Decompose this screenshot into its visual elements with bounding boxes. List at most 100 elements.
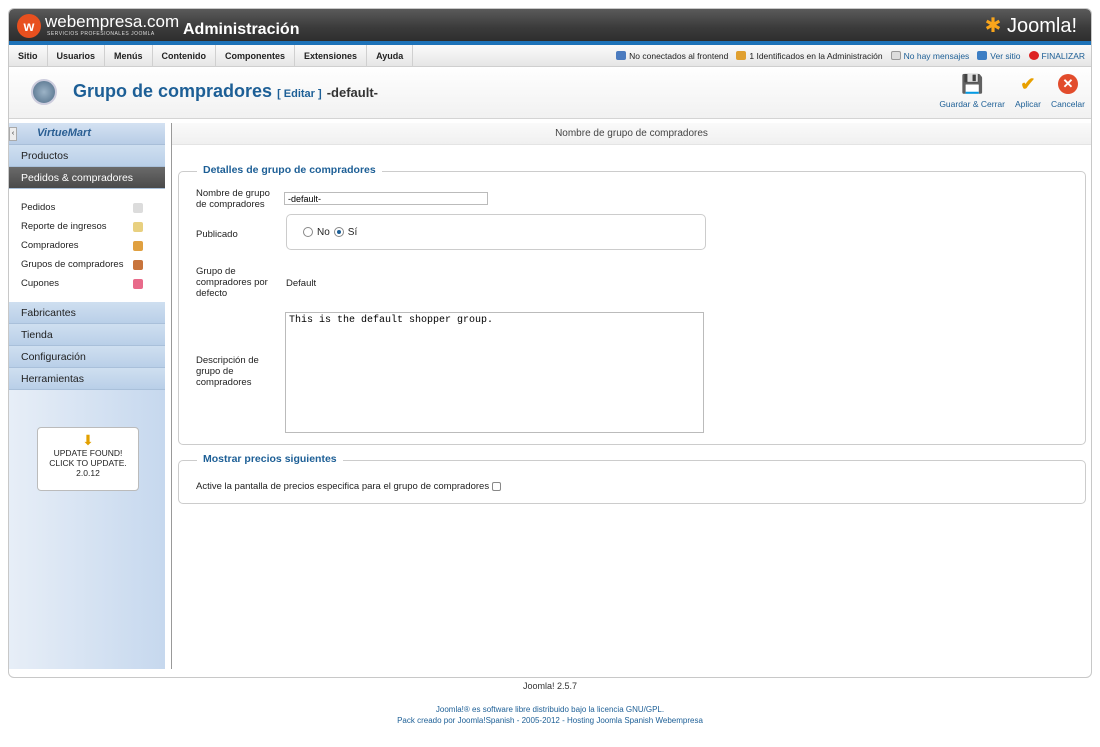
brand-subtitle: SERVICIOS PROFESIONALES JOOMLA <box>47 31 155 37</box>
menu-extensiones[interactable]: Extensiones <box>295 44 368 67</box>
webempresa-logo-icon: w <box>17 14 41 38</box>
update-line1: UPDATE FOUND! <box>53 448 123 458</box>
main-content: Nombre de grupo de compradores Detalles … <box>171 123 1091 669</box>
sidebar: ‹ VirtueMart Productos Pedidos & comprad… <box>9 123 165 669</box>
joomla-logo-text: Joomla! <box>1006 15 1077 37</box>
prices-fieldset: Mostrar precios siguientes Active la pan… <box>178 453 1086 504</box>
prices-row: Active la pantalla de precios especifica… <box>196 481 502 492</box>
published-no-label: No <box>317 226 330 238</box>
cancel-icon: ✕ <box>1057 73 1079 95</box>
top-header: w webempresa.com SERVICIOS PROFESIONALES… <box>9 9 1091 45</box>
pack-credit-link[interactable]: Pack creado por Joomla!Spanish - 2005-20… <box>0 716 1100 725</box>
prices-label: Active la pantalla de precios especifica… <box>196 481 490 492</box>
toolbar: Grupo de compradores [ Editar ] -default… <box>9 67 1091 119</box>
published-radio-group: No Sí <box>286 214 706 250</box>
gift-icon <box>133 278 143 289</box>
prices-legend: Mostrar precios siguientes <box>197 453 343 465</box>
menu-ayuda[interactable]: Ayuda <box>367 44 414 67</box>
record-name: -default- <box>326 85 378 100</box>
name-label: Nombre de grupo de compradores <box>196 188 270 210</box>
details-legend: Detalles de grupo de compradores <box>197 164 382 176</box>
admin-window: w webempresa.com SERVICIOS PROFESIONALES… <box>8 8 1092 678</box>
sidebar-item-label: Compradores <box>21 240 79 251</box>
page-title: Grupo de compradores [ Editar ] -default… <box>73 81 378 102</box>
joomla-mark-icon: ✱ <box>984 15 1002 37</box>
save-close-button[interactable]: 💾 Guardar & Cerrar <box>939 73 1005 110</box>
sidebar-section-configuracion[interactable]: Configuración <box>9 346 165 368</box>
apply-button[interactable]: ✔ Aplicar <box>1014 73 1041 110</box>
description-textarea[interactable]: This is the default shopper group. <box>285 312 704 433</box>
footer: Joomla! 2.5.7 Joomla!® es software libre… <box>0 680 1100 725</box>
edit-label: [ Editar ] <box>277 88 322 100</box>
apply-label: Aplicar <box>1014 99 1041 109</box>
mail-icon <box>890 51 901 60</box>
default-label: Grupo de compradores por defecto <box>196 266 268 299</box>
joomla-version: Joomla! 2.5.7 <box>522 681 578 691</box>
menu-usuarios[interactable]: Usuarios <box>48 44 106 67</box>
check-icon: ✔ <box>1020 73 1036 94</box>
sidebar-section-productos[interactable]: Productos <box>9 145 165 167</box>
main-heading: Nombre de grupo de compradores <box>172 123 1091 145</box>
sidebar-item-pedidos[interactable]: Pedidos <box>9 198 165 217</box>
menu-sitio[interactable]: Sitio <box>9 44 48 67</box>
description-label: Descripción de grupo de compradores <box>196 355 259 388</box>
sidebar-item-label: Grupos de compradores <box>21 259 124 270</box>
brand-name: webempresa.com <box>45 12 180 31</box>
save-close-label: Guardar & Cerrar <box>939 99 1005 109</box>
published-no-radio[interactable] <box>303 227 313 237</box>
save-icon: 💾 <box>960 73 984 94</box>
default-value: Default <box>286 278 317 289</box>
group-name-input[interactable] <box>284 192 488 205</box>
details-fieldset: Detalles de grupo de compradores Nombre … <box>178 164 1086 445</box>
frontend-status: No conectados al frontend <box>616 51 728 61</box>
users-icon <box>616 51 627 60</box>
update-version: 2.0.12 <box>76 468 100 478</box>
menu-contenido[interactable]: Contenido <box>153 44 217 67</box>
update-notice-button[interactable]: ⬇ UPDATE FOUND! CLICK TO UPDATE. 2.0.12 <box>37 427 139 491</box>
sidebar-submenu: Pedidos Reporte de ingresos Compradores … <box>9 189 165 302</box>
frontend-status-text: No conectados al frontend <box>629 50 729 61</box>
monitor-icon <box>977 51 988 60</box>
cancel-button[interactable]: ✕ Cancelar <box>1051 73 1085 109</box>
sidebar-item-grupos[interactable]: Grupos de compradores <box>9 255 165 274</box>
sidebar-item-label: Pedidos <box>21 202 56 213</box>
sidebar-section-pedidos-compradores[interactable]: Pedidos & compradores <box>9 167 165 189</box>
admin-status-text: 1 Identificados en la Administración <box>749 50 883 61</box>
prices-checkbox[interactable] <box>492 481 502 491</box>
view-site-link[interactable]: Ver sitio <box>977 50 1021 61</box>
user-icon <box>736 51 747 60</box>
orders-icon <box>133 202 143 213</box>
published-yes-radio[interactable] <box>333 227 344 237</box>
page-title-text: Grupo de compradores <box>73 81 273 101</box>
report-icon <box>133 221 143 232</box>
admin-status: 1 Identificados en la Administración <box>736 50 883 61</box>
view-site-text: Ver sitio <box>990 50 1021 61</box>
sidebar-item-compradores[interactable]: Compradores <box>9 236 165 255</box>
logout-link[interactable]: FINALIZAR <box>1028 50 1085 61</box>
virtuemart-header: ‹ VirtueMart <box>9 123 165 145</box>
sidebar-section-tienda[interactable]: Tienda <box>9 324 165 346</box>
status-bar: No conectados al frontend 1 Identificado… <box>616 51 1091 61</box>
collapse-sidebar-button[interactable]: ‹ <box>9 127 17 141</box>
sidebar-section-fabricantes[interactable]: Fabricantes <box>9 302 165 324</box>
menu-menus[interactable]: Menús <box>105 44 153 67</box>
messages-text: No hay mensajes <box>903 50 970 61</box>
published-yes-label: Sí <box>347 226 358 238</box>
sidebar-item-reporte[interactable]: Reporte de ingresos <box>9 217 165 236</box>
sidebar-item-label: Reporte de ingresos <box>21 221 107 232</box>
logout-text: FINALIZAR <box>1041 50 1085 61</box>
sidebar-section-herramientas[interactable]: Herramientas <box>9 368 165 390</box>
groups-icon <box>133 259 143 270</box>
messages-link[interactable]: No hay mensajes <box>890 50 970 61</box>
sidebar-item-cupones[interactable]: Cupones <box>9 274 165 293</box>
cancel-label: Cancelar <box>1050 99 1085 109</box>
license-link[interactable]: Joomla!® es software libre distribuido b… <box>0 705 1100 714</box>
download-arrow-icon: ⬇ <box>82 432 94 448</box>
published-label: Publicado <box>196 229 238 240</box>
sidebar-item-label: Cupones <box>21 278 60 289</box>
power-icon <box>1028 51 1039 60</box>
menu-componentes[interactable]: Componentes <box>216 44 296 67</box>
admin-title: Administración <box>183 21 300 38</box>
toolbar-buttons: 💾 Guardar & Cerrar ✔ Aplicar ✕ Cancelar <box>939 73 1085 110</box>
shoppers-icon <box>133 240 143 251</box>
